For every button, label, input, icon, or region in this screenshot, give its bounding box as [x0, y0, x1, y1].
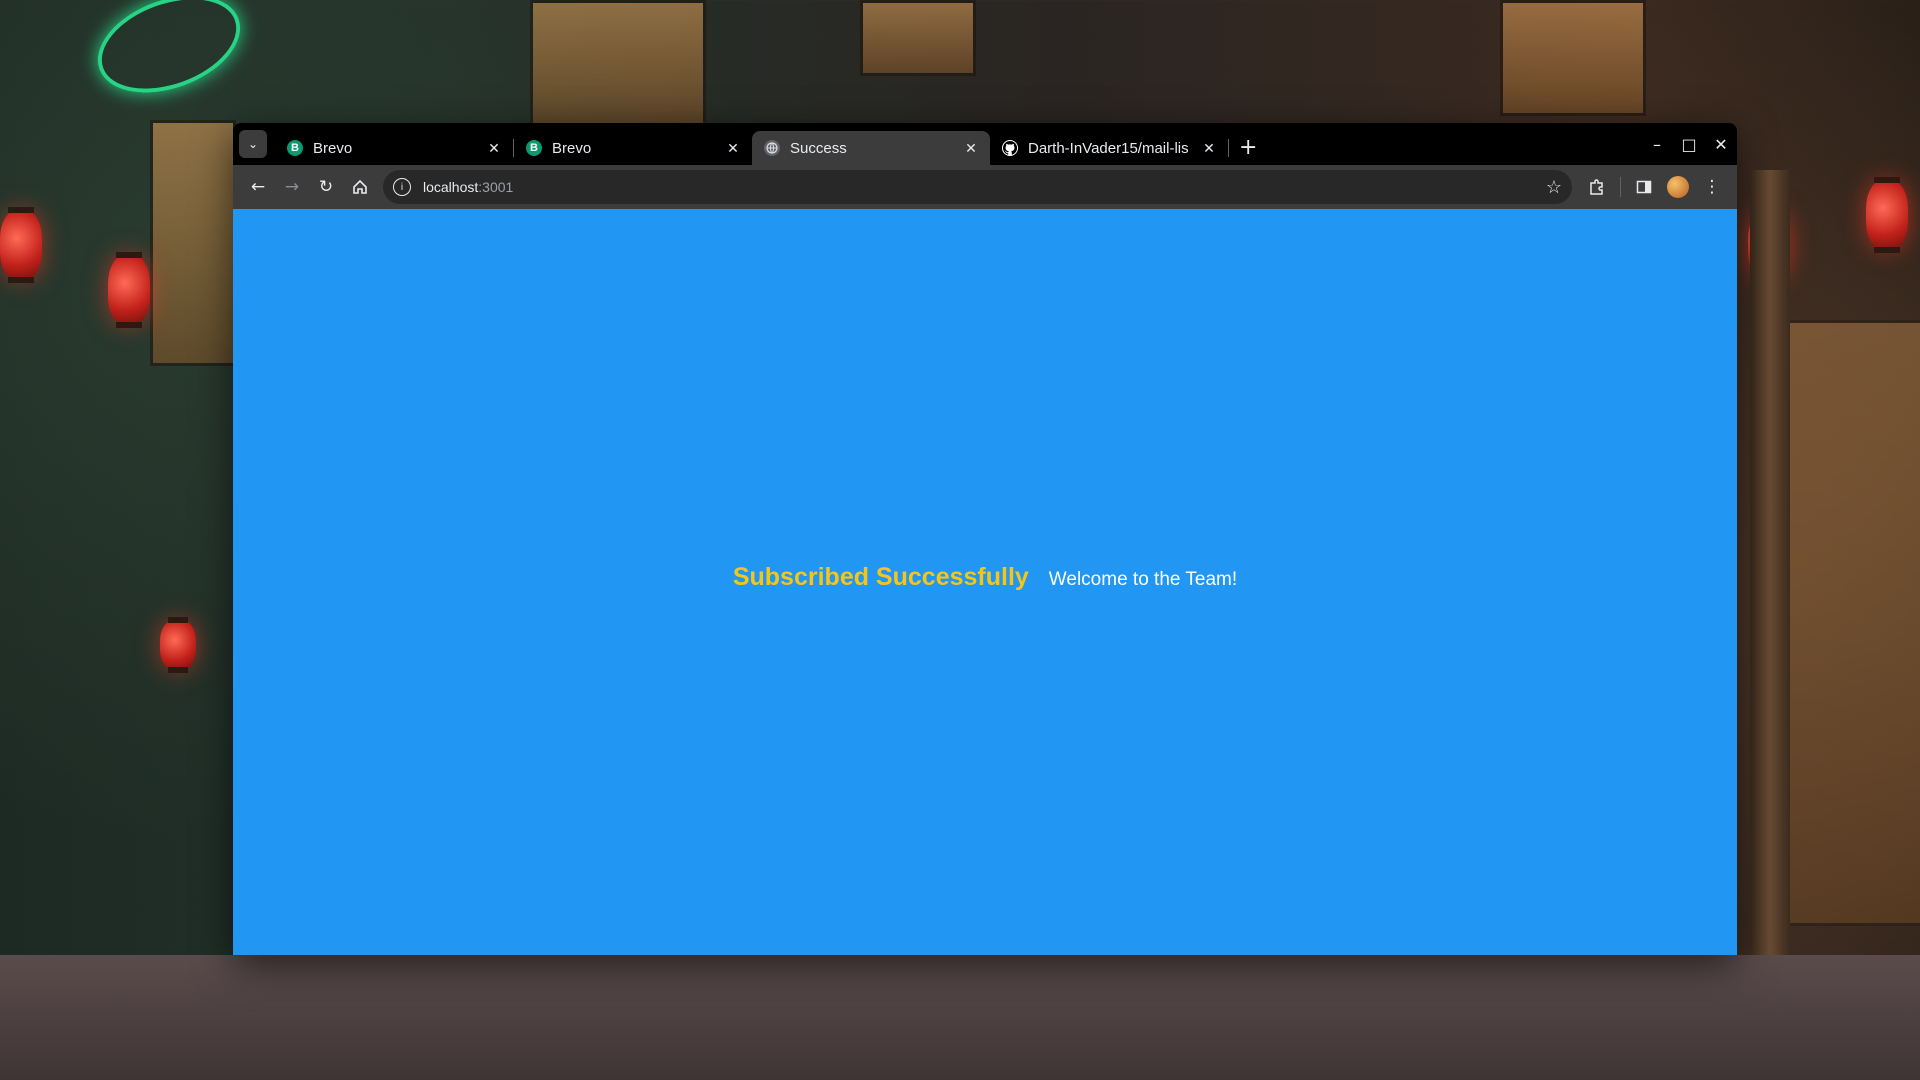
home-icon: [353, 179, 367, 194]
kebab-menu-icon: ⋮: [1703, 177, 1721, 197]
tab-label: Darth-InVader15/mail-lis: [1028, 139, 1189, 157]
page-title: Subscribed Successfully: [732, 562, 1029, 591]
tab-search-button[interactable]: ⌄: [239, 130, 267, 158]
tab-label: Success: [790, 139, 847, 157]
profile-avatar[interactable]: [1667, 176, 1689, 198]
lantern: [1866, 177, 1908, 253]
tab-brevo-2[interactable]: B Brevo ✕: [514, 131, 752, 165]
address-bar[interactable]: i localhost:3001 ☆: [383, 170, 1572, 204]
window-controls: – □ ✕: [1641, 123, 1737, 165]
bookmark-star-icon[interactable]: ☆: [1546, 177, 1562, 198]
puzzle-icon: [1590, 179, 1603, 195]
back-button[interactable]: ←: [241, 170, 275, 204]
browser-window: ⌄ B Brevo ✕ B Brevo ✕ Success ✕ Darth-In…: [233, 123, 1737, 955]
page-viewport: Subscribed Successfully Welcome to the T…: [233, 209, 1737, 955]
chevron-down-icon: ⌄: [247, 137, 259, 151]
tab-bar: ⌄ B Brevo ✕ B Brevo ✕ Success ✕ Darth-In…: [233, 123, 1737, 165]
wallpaper-window: [1780, 320, 1920, 926]
tab-label: Brevo: [313, 139, 353, 157]
tab-success[interactable]: Success ✕: [752, 131, 990, 165]
reload-icon: ↻: [318, 177, 334, 197]
brevo-icon: B: [526, 140, 542, 156]
tab-github[interactable]: Darth-InVader15/mail-lis ✕: [990, 131, 1228, 165]
wallpaper-window: [860, 0, 976, 76]
minimize-icon[interactable]: –: [1641, 135, 1673, 154]
arrow-left-icon: ←: [250, 177, 266, 197]
tab-brevo-1[interactable]: B Brevo ✕: [275, 131, 513, 165]
tab-label: Brevo: [552, 139, 592, 157]
site-info-icon[interactable]: i: [393, 178, 411, 196]
close-icon[interactable]: ✕: [485, 140, 503, 157]
brevo-icon: B: [287, 140, 303, 156]
ground: [0, 955, 1920, 1080]
url-port: :3001: [478, 179, 514, 195]
browser-toolbar: ← → ↻ i localhost:3001 ☆ ⋮: [233, 165, 1737, 209]
globe-icon: [764, 140, 780, 156]
extensions-button[interactable]: [1580, 170, 1614, 204]
close-icon[interactable]: ✕: [724, 140, 742, 157]
menu-button[interactable]: ⋮: [1695, 170, 1729, 204]
success-message: Subscribed Successfully Welcome to the T…: [733, 563, 1237, 592]
wallpaper-window: [1500, 0, 1646, 116]
side-panel-icon: [1636, 180, 1652, 194]
close-icon[interactable]: ✕: [962, 140, 980, 157]
tab-separator: [1228, 139, 1229, 157]
lantern: [0, 207, 42, 283]
reload-button[interactable]: ↻: [309, 170, 343, 204]
page-subtitle: Welcome to the Team!: [1048, 568, 1238, 590]
url-host: localhost: [423, 179, 479, 195]
home-button[interactable]: [343, 170, 377, 204]
github-icon: [1002, 140, 1018, 156]
side-panel-button[interactable]: [1627, 170, 1661, 204]
close-window-icon[interactable]: ✕: [1705, 135, 1737, 154]
toolbar-separator: [1620, 177, 1621, 197]
lantern: [108, 252, 150, 328]
wooden-pillar: [1750, 170, 1790, 1000]
new-tab-button[interactable]: +: [1239, 135, 1257, 160]
close-icon[interactable]: ✕: [1200, 140, 1218, 157]
lantern: [160, 617, 196, 673]
neon-sign: [84, 0, 254, 111]
wallpaper-window: [150, 120, 236, 366]
arrow-right-icon: →: [284, 177, 300, 197]
maximize-icon[interactable]: □: [1673, 135, 1705, 154]
wallpaper-window: [530, 0, 706, 126]
forward-button[interactable]: →: [275, 170, 309, 204]
